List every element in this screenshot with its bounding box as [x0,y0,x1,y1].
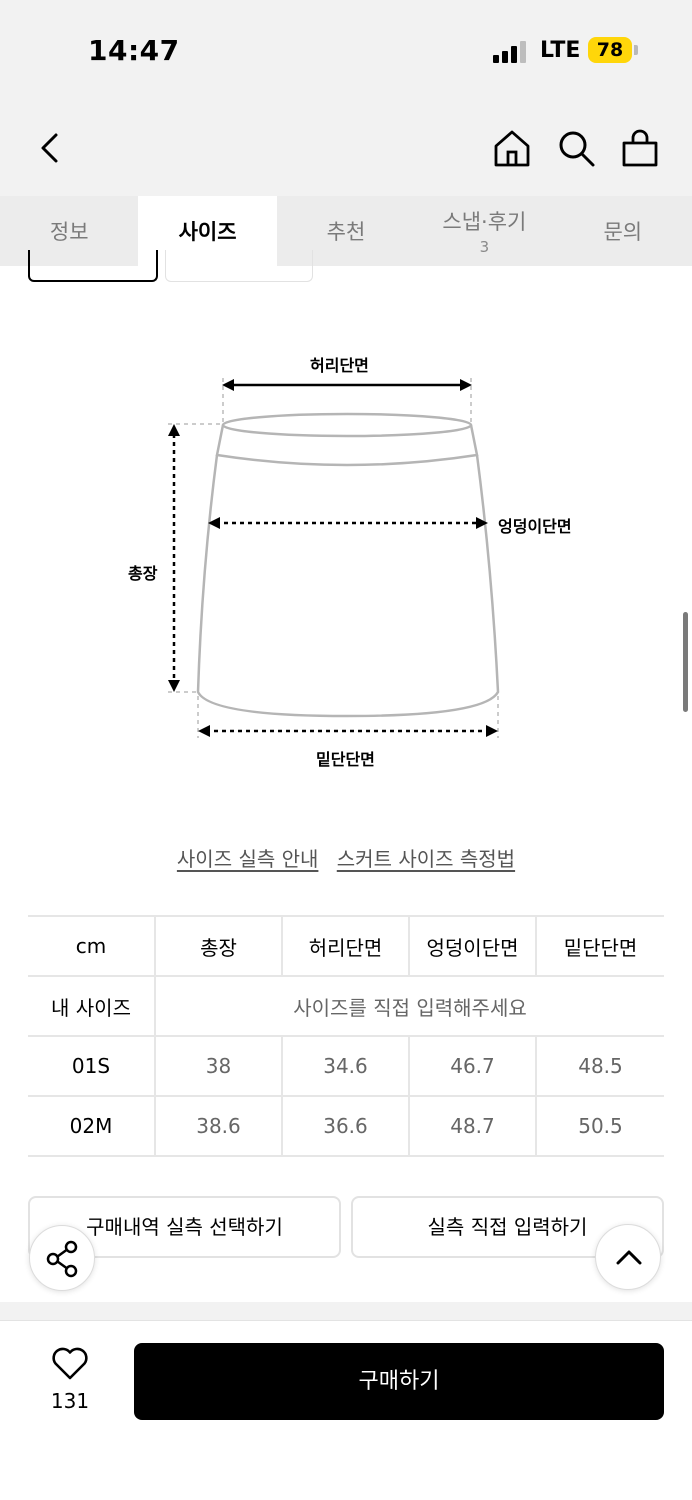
share-icon [46,1240,78,1278]
my-size-row: 내 사이즈 사이즈를 직접 입력해주세요 [28,975,664,1037]
bottom-purchase-bar: 131 구매하기 [0,1320,692,1500]
header-hip: 엉덩이단면 [409,915,537,977]
heart-icon[interactable] [50,1345,90,1381]
my-size-input[interactable]: 사이즈를 직접 입력해주세요 [155,975,664,1037]
table-cell: 38 [155,1035,283,1097]
table-row: 02M 38.6 36.6 48.7 50.5 [28,1095,664,1157]
tab-count: 3 [479,238,490,256]
tab-label: 추천 [326,220,366,244]
battery-indicator: 78 [588,37,632,63]
size-guide-links: 사이즈 실측 안내 스커트 사이즈 측정법 [0,843,692,872]
skirt-illustration [168,378,500,738]
hem-label: 밑단단면 [316,750,375,769]
waist-label: 허리단면 [310,356,369,375]
section-divider [0,1302,692,1320]
signal-icon [493,41,529,63]
tab-label: 문의 [603,220,643,244]
like-count: 131 [50,1389,90,1413]
table-cell: 48.5 [536,1035,664,1097]
status-time: 14:47 [88,34,180,67]
tab-snap-review[interactable]: 스냅·후기 3 [415,196,553,266]
length-label: 총장 [128,564,158,583]
header-hem: 밑단단면 [536,915,664,977]
status-bar: 14:47 LTE 78 [0,0,692,100]
nav-bar [0,100,692,196]
back-chevron-left-icon[interactable] [32,128,72,168]
battery-nub [634,45,638,55]
skirt-size-diagram: 허리단면 엉덩이단면 총장 밑단단면 [110,340,610,780]
tab-inquiry[interactable]: 문의 [554,196,692,266]
my-size-label: 내 사이즈 [28,975,156,1037]
scrollbar[interactable] [683,612,688,712]
size-option[interactable] [165,250,313,282]
table-cell: 50.5 [536,1095,664,1157]
header-waist: 허리단면 [282,915,410,977]
table-cell: 48.7 [409,1095,537,1157]
tab-label: 사이즈 [178,220,237,244]
table-cell: 34.6 [282,1035,410,1097]
scroll-top-button[interactable] [595,1224,661,1290]
table-cell: 36.6 [282,1095,410,1157]
size-name: 01S [28,1035,156,1097]
table-row: 01S 38 34.6 46.7 48.5 [28,1035,664,1097]
measure-method-link[interactable]: 스커트 사이즈 측정법 [337,847,515,871]
hip-label: 엉덩이단면 [498,517,572,536]
buy-button[interactable]: 구매하기 [134,1343,664,1420]
table-header-row: cm 총장 허리단면 엉덩이단면 밑단단면 [28,915,664,977]
chevron-up-icon [616,1250,642,1265]
network-label: LTE [540,38,581,63]
size-name: 02M [28,1095,156,1157]
home-icon[interactable] [492,128,532,168]
shopping-bag-icon[interactable] [620,128,660,168]
table-cell: 38.6 [155,1095,283,1157]
size-option-selected[interactable] [28,250,158,282]
search-icon[interactable] [556,128,596,168]
size-table: cm 총장 허리단면 엉덩이단면 밑단단면 내 사이즈 사이즈를 직접 입력해주… [28,915,664,1157]
share-button[interactable] [29,1225,95,1291]
header-length: 총장 [155,915,283,977]
tab-label: 정보 [49,220,89,244]
tab-label: 스냅·후기 [442,210,527,234]
size-guide-link[interactable]: 사이즈 실측 안내 [177,847,319,871]
table-cell: 46.7 [409,1035,537,1097]
header-unit: cm [28,915,156,977]
